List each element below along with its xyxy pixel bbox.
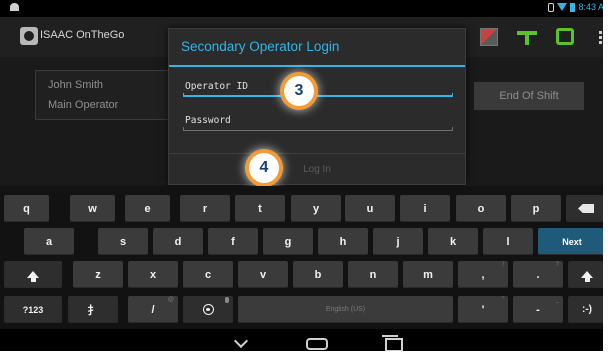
home-icon[interactable] bbox=[306, 338, 328, 350]
key-y[interactable]: y bbox=[291, 195, 341, 222]
operator-id-field[interactable] bbox=[183, 77, 453, 97]
password-input[interactable] bbox=[183, 111, 453, 129]
screenshot-border bbox=[0, 351, 608, 361]
smiley-key[interactable]: :-) bbox=[568, 296, 606, 323]
battery-icon bbox=[570, 2, 576, 12]
mic-icon bbox=[225, 297, 229, 305]
key-t[interactable]: t bbox=[235, 195, 285, 222]
key-o[interactable]: o bbox=[456, 195, 506, 222]
key-w[interactable]: w bbox=[70, 195, 115, 222]
key-comma[interactable]: , ! bbox=[458, 261, 508, 288]
exclamation-hint: ! bbox=[502, 262, 504, 268]
key-apostrophe[interactable]: ' " bbox=[458, 296, 508, 323]
status-icons: 8:43 A bbox=[548, 2, 604, 12]
notification-icon bbox=[10, 3, 19, 11]
end-of-shift-button[interactable]: End Of Shift bbox=[474, 82, 584, 110]
globe-icon bbox=[202, 304, 214, 315]
language-key[interactable] bbox=[183, 296, 233, 323]
operator-id-input[interactable] bbox=[183, 77, 453, 95]
bluetooth-icon bbox=[548, 2, 555, 12]
overflow-menu-icon[interactable] bbox=[599, 31, 602, 44]
slash-label: / bbox=[151, 303, 155, 316]
screen: 8:43 A ISAAC OnTheGo John Smith Main Ope… bbox=[0, 0, 608, 361]
back-icon[interactable] bbox=[233, 333, 249, 349]
log-in-button[interactable]: Log In bbox=[169, 154, 465, 184]
app-title: ISAAC OnTheGo bbox=[40, 29, 125, 41]
shift-left-key[interactable] bbox=[4, 261, 62, 288]
key-k[interactable]: k bbox=[428, 228, 478, 255]
underline-tick bbox=[452, 93, 453, 97]
key-i[interactable]: i bbox=[400, 195, 450, 222]
handwriting-key[interactable]: 扌 bbox=[68, 296, 118, 323]
key-a[interactable]: a bbox=[24, 228, 74, 255]
underline-tick bbox=[183, 93, 184, 97]
space-bar[interactable]: English (US) bbox=[238, 296, 453, 323]
key-e[interactable]: e bbox=[125, 195, 170, 222]
key-period[interactable]: . ? bbox=[513, 261, 563, 288]
key-r[interactable]: r bbox=[180, 195, 230, 222]
callout-marker-3: 3 bbox=[280, 72, 318, 110]
backspace-icon bbox=[578, 204, 594, 213]
key-g[interactable]: g bbox=[263, 228, 313, 255]
question-hint: ? bbox=[555, 262, 559, 268]
dialog-title: Secondary Operator Login bbox=[181, 39, 340, 54]
key-p[interactable]: p bbox=[511, 195, 561, 222]
underscore-hint: _ bbox=[555, 297, 559, 303]
comma-label: , bbox=[481, 268, 485, 281]
secondary-operator-login-dialog: Secondary Operator Login Log In bbox=[168, 28, 466, 185]
bus-icon[interactable] bbox=[556, 28, 574, 45]
key-b[interactable]: b bbox=[293, 261, 343, 288]
at-hint: @ bbox=[167, 297, 174, 303]
screenshot-border bbox=[603, 0, 608, 361]
key-d[interactable]: d bbox=[153, 228, 203, 255]
period-label: . bbox=[536, 268, 540, 281]
key-f[interactable]: f bbox=[208, 228, 258, 255]
network-icon[interactable] bbox=[517, 29, 537, 45]
password-field[interactable] bbox=[183, 111, 453, 131]
app-logo-icon bbox=[20, 27, 38, 45]
backspace-key[interactable] bbox=[566, 195, 606, 222]
operator-panel: John Smith Main Operator bbox=[35, 70, 170, 120]
recents-icon[interactable] bbox=[382, 335, 403, 352]
key-v[interactable]: v bbox=[238, 261, 288, 288]
key-u[interactable]: u bbox=[345, 195, 395, 222]
dialog-title-divider bbox=[169, 65, 465, 67]
key-s[interactable]: s bbox=[98, 228, 148, 255]
key-z[interactable]: z bbox=[73, 261, 123, 288]
underline-tick bbox=[183, 127, 184, 131]
key-h[interactable]: h bbox=[318, 228, 368, 255]
shift-icon bbox=[27, 271, 39, 282]
next-key[interactable]: Next bbox=[538, 228, 606, 255]
key-q[interactable]: q bbox=[4, 195, 49, 222]
key-dash[interactable]: - _ bbox=[513, 296, 563, 323]
soft-keyboard: q w e r t y u i o p a s d f g h j k l Ne… bbox=[0, 186, 608, 329]
key-l[interactable]: l bbox=[483, 228, 533, 255]
wifi-icon bbox=[557, 3, 568, 11]
key-n[interactable]: n bbox=[348, 261, 398, 288]
key-c[interactable]: c bbox=[183, 261, 233, 288]
shift-right-key[interactable] bbox=[568, 261, 606, 288]
flag-icon[interactable] bbox=[480, 28, 498, 46]
key-m[interactable]: m bbox=[403, 261, 453, 288]
dash-label: - bbox=[536, 303, 540, 316]
operator-name: John Smith bbox=[48, 79, 104, 91]
status-bar: 8:43 A bbox=[0, 0, 608, 17]
quote-hint: " bbox=[501, 297, 504, 303]
password-underline bbox=[183, 130, 453, 131]
operator-id-underline bbox=[183, 95, 453, 97]
operator-role: Main Operator bbox=[48, 99, 119, 111]
key-j[interactable]: j bbox=[373, 228, 423, 255]
shift-icon bbox=[581, 271, 593, 282]
symbols-key[interactable]: ?123 bbox=[4, 296, 62, 323]
key-slash[interactable]: / @ bbox=[128, 296, 178, 323]
underline-tick bbox=[452, 127, 453, 131]
key-x[interactable]: x bbox=[128, 261, 178, 288]
clock: 8:43 A bbox=[578, 2, 604, 12]
callout-marker-4: 4 bbox=[245, 149, 283, 187]
apostrophe-label: ' bbox=[481, 303, 485, 316]
